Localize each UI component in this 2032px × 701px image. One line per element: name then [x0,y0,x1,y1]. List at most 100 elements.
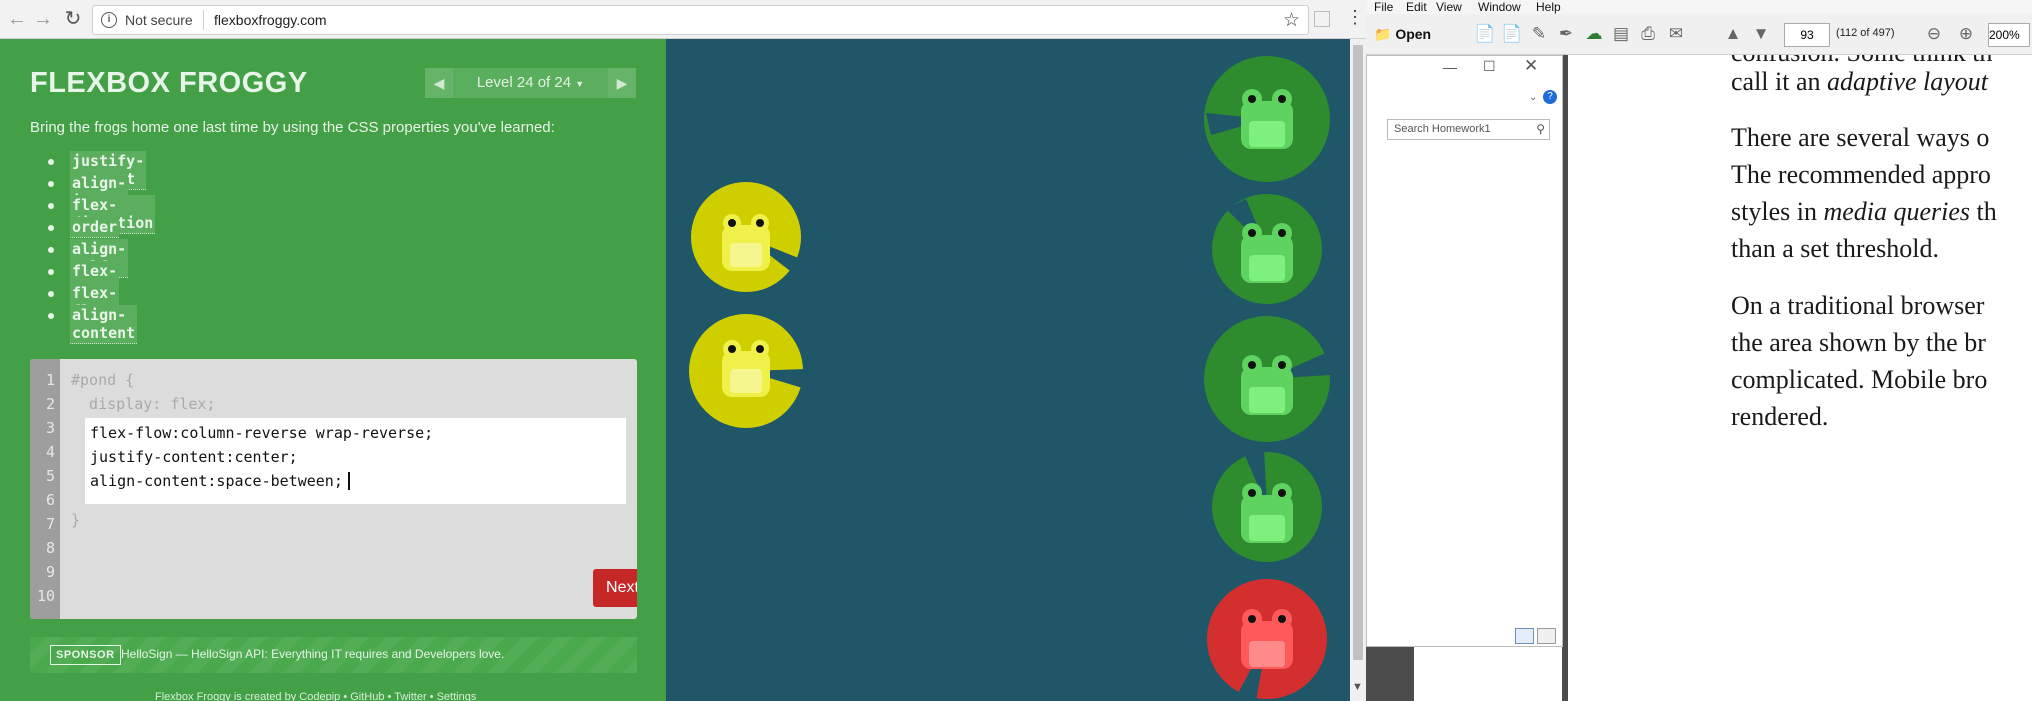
menu-view[interactable]: View [1436,0,1462,14]
prev-page-icon[interactable]: ▲ [1723,24,1743,44]
reader-menubar: File Edit View Window Help [1366,0,2032,14]
maximize-icon[interactable]: ☐ [1483,58,1496,75]
search-input[interactable]: Search Homework1 ⚲ [1387,119,1550,140]
save-icon[interactable]: ▤ [1611,24,1631,44]
reader-toolbar: 📁 Open 📄 📄 ✎ ✒ ☁ ▤ ⎙ ✉ ▲ ▼ 93 (112 of 49… [1366,14,2032,55]
doc-line: There are several ways o [1731,123,1990,152]
menu-help[interactable]: Help [1536,0,1561,14]
previous-level-icon[interactable]: ◀ [425,68,453,98]
code-line: align-content:space-between; [90,472,343,490]
css-editor: 1 2 3 4 5 6 7 8 9 10 #pond { display: fl… [30,359,637,619]
menu-kebab-icon[interactable]: ⋮ [1346,8,1364,26]
level-dropdown[interactable]: Level 24 of 24 ▼ [453,68,608,98]
lilypad-green-2 [1212,194,1322,304]
code-input[interactable]: flex-flow:column-reverse wrap-reverse; j… [85,418,626,504]
chevron-down-icon[interactable]: ⌄ [1529,92,1537,103]
property-link[interactable]: order [70,217,120,238]
level-selector: ◀ Level 24 of 24 ▼ ▶ [425,68,636,98]
code-line-selector: #pond { [71,371,135,389]
property-link[interactable]: align-content [70,305,138,344]
doc-line: than a set threshold. [1731,234,1939,263]
pond-graphic [689,56,1330,701]
text-caret [348,472,350,490]
line-number: 3 [45,419,55,437]
extension-icon[interactable] [1314,11,1330,27]
lilypad-yellow-2 [689,314,806,428]
help-icon[interactable]: ? [1543,90,1557,104]
code-line-closing: } [71,511,81,529]
menu-file[interactable]: File [1374,0,1393,14]
search-icon[interactable]: ⚲ [1536,120,1545,139]
folder-icon: 📁 [1374,26,1392,42]
zoom-in-icon[interactable]: ⊕ [1956,24,1976,44]
code-line: justify-content:center; [90,448,298,466]
zoom-out-icon[interactable]: ⊖ [1924,24,1944,44]
line-number-gutter: 1 2 3 4 5 6 7 8 9 10 [30,359,60,619]
game-panel: FLEXBOX FROGGY ◀ Level 24 of 24 ▼ ▶ Brin… [0,39,666,701]
info-icon[interactable]: i [101,12,117,28]
lilypad-yellow-1 [691,181,801,293]
address-bar[interactable]: i Not secure flexboxfroggy.com ☆ [92,5,1309,35]
upload-icon[interactable]: ☁ [1584,24,1604,44]
security-label: Not secure [125,12,193,28]
email-icon[interactable]: ✉ [1666,24,1686,44]
footer-credits[interactable]: Flexbox Froggy is created by Codepip • G… [155,691,476,701]
print-icon[interactable]: ⎙ [1638,24,1658,44]
level-label: Level 24 of 24 [476,74,572,91]
divider [203,10,204,30]
zoom-level[interactable]: 200% [1988,23,2030,47]
sign-icon[interactable]: ✒ [1556,24,1576,44]
back-icon[interactable]: ← [4,6,30,32]
menu-window[interactable]: Window [1478,0,1521,14]
next-button[interactable]: Next [593,569,637,607]
page-scrollbar[interactable]: ▼ [1350,39,1366,701]
sponsor-badge: SPONSOR [50,645,121,665]
doc-line: On a traditional browser [1731,291,1985,320]
list-view-icon[interactable] [1515,628,1534,644]
line-number: 2 [45,395,55,413]
sponsor-banner[interactable]: SPONSOR HelloSign — HelloSign API: Every… [30,637,637,673]
line-number: 9 [45,563,55,581]
next-level-icon[interactable]: ▶ [608,68,636,98]
line-number: 4 [45,443,55,461]
instructions: Bring the frogs home one last time by us… [30,119,555,136]
doc-line: the area shown by the br [1731,328,1986,357]
export-pdf-icon[interactable]: 📄 [1501,24,1522,44]
close-icon[interactable]: ✕ [1524,56,1538,76]
code-line: flex-flow:column-reverse wrap-reverse; [90,424,434,442]
edit-pdf-icon[interactable]: ✎ [1529,24,1549,44]
page-count: (112 of 497) [1836,27,1895,39]
page-number-input[interactable]: 93 [1784,23,1830,47]
menu-edit[interactable]: Edit [1406,0,1427,14]
bookmark-star-icon[interactable]: ☆ [1283,9,1300,32]
url-text[interactable]: flexboxfroggy.com [214,12,327,28]
line-number: 1 [45,371,55,389]
game-title: FLEXBOX FROGGY [30,67,308,99]
line-number: 10 [36,587,55,605]
line-number: 6 [45,491,55,509]
scroll-down-icon[interactable]: ▼ [1352,681,1363,693]
thumbnail-view-icon[interactable] [1537,628,1556,644]
open-label: Open [1395,26,1432,42]
doc-line-text: call it an adaptive layout [1731,67,1989,96]
lilypad-green-1 [1204,56,1330,182]
minimize-icon[interactable]: — [1443,59,1457,75]
search-placeholder: Search Homework1 [1394,123,1491,135]
lilypad-green-3 [1204,316,1330,442]
next-page-icon[interactable]: ▼ [1751,24,1771,44]
sponsor-text[interactable]: HelloSign — HelloSign API: Everything IT… [121,647,504,661]
doc-line: styles in media queries th [1731,197,1997,226]
line-number: 8 [45,539,55,557]
search-panel: — ☐ ✕ ⌄ ? Search Homework1 ⚲ [1366,55,1563,647]
line-number: 5 [45,467,55,485]
lilypad-red [1207,579,1327,701]
scrollbar-thumb[interactable] [1353,45,1363,660]
doc-line: The recommended appro [1731,160,1991,189]
forward-icon[interactable]: → [30,6,56,32]
doc-line: call it an adaptive layout [1731,67,1988,97]
doc-line: complicated. Mobile bro [1731,365,1988,394]
reload-icon[interactable]: ↻ [60,6,86,32]
open-button[interactable]: 📁 Open [1374,21,1446,47]
browser-toolbar: ← → ↻ i Not secure flexboxfroggy.com ☆ ⋮ [0,0,1366,39]
create-pdf-icon[interactable]: 📄 [1474,24,1495,44]
